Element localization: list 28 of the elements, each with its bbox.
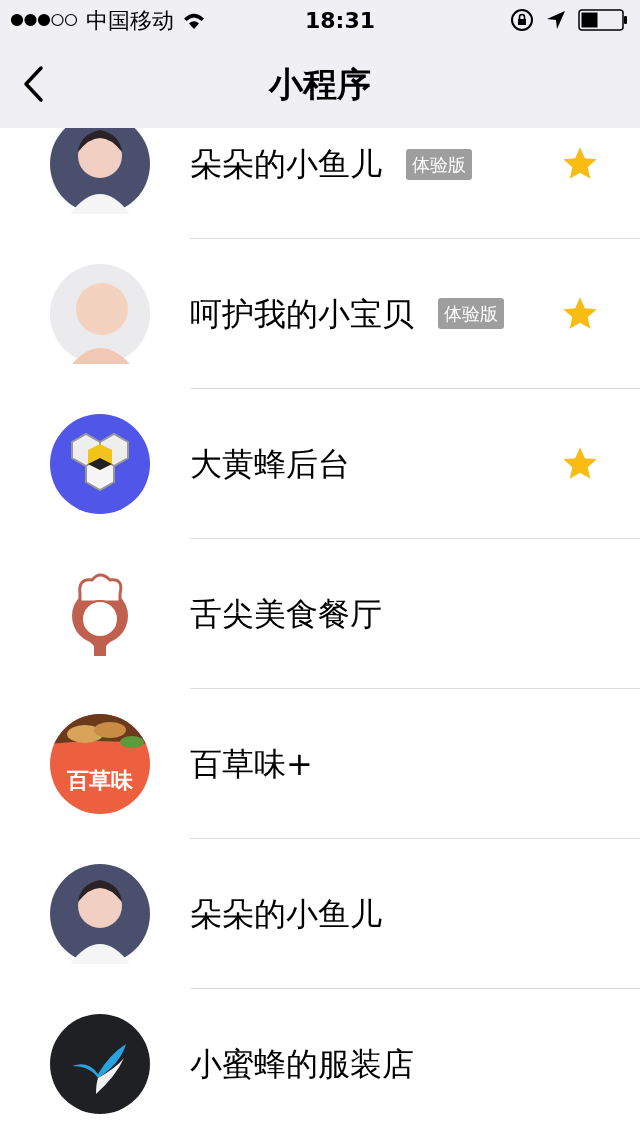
mini-program-item[interactable]: 大黄蜂后台 bbox=[0, 389, 640, 539]
cubes-logo-icon bbox=[50, 414, 150, 514]
page-title: 小程序 bbox=[269, 62, 371, 106]
mini-program-item[interactable]: 呵护我的小宝贝 体验版 bbox=[0, 239, 640, 389]
mini-program-item[interactable]: 舌尖美食餐厅 bbox=[0, 539, 640, 689]
location-icon bbox=[546, 10, 566, 30]
item-name: 小蜜蜂的服装店 bbox=[190, 1044, 414, 1085]
item-name: 呵护我的小宝贝 bbox=[190, 293, 414, 335]
item-name: 朵朵的小鱼儿 bbox=[190, 893, 382, 935]
signal-icon bbox=[10, 13, 78, 27]
feather-logo-icon bbox=[50, 1014, 150, 1114]
mini-program-item[interactable]: 朵朵的小鱼儿 体验版 bbox=[0, 128, 640, 239]
carrier: 中国移动 bbox=[86, 6, 174, 35]
mini-program-item[interactable]: 百草味 百草味+ bbox=[0, 689, 640, 839]
back-icon bbox=[21, 65, 45, 103]
logo-text: 百草味 bbox=[67, 770, 133, 792]
trial-version-badge: 体验版 bbox=[438, 298, 504, 329]
mini-program-item[interactable]: 小蜜蜂的服装店 bbox=[0, 989, 640, 1136]
rotation-lock-icon bbox=[510, 8, 534, 32]
battery-icon bbox=[578, 9, 628, 31]
clock: 18:31 bbox=[305, 6, 375, 35]
trial-version-badge: 体验版 bbox=[406, 148, 472, 180]
item-name: 舌尖美食餐厅 bbox=[190, 593, 382, 635]
item-name: 百草味+ bbox=[190, 743, 313, 785]
wifi-icon bbox=[182, 11, 206, 29]
mini-program-item[interactable]: 朵朵的小鱼儿 bbox=[0, 839, 640, 989]
item-name: 朵朵的小鱼儿 bbox=[190, 144, 382, 185]
item-name: 大黄蜂后台 bbox=[190, 443, 350, 485]
